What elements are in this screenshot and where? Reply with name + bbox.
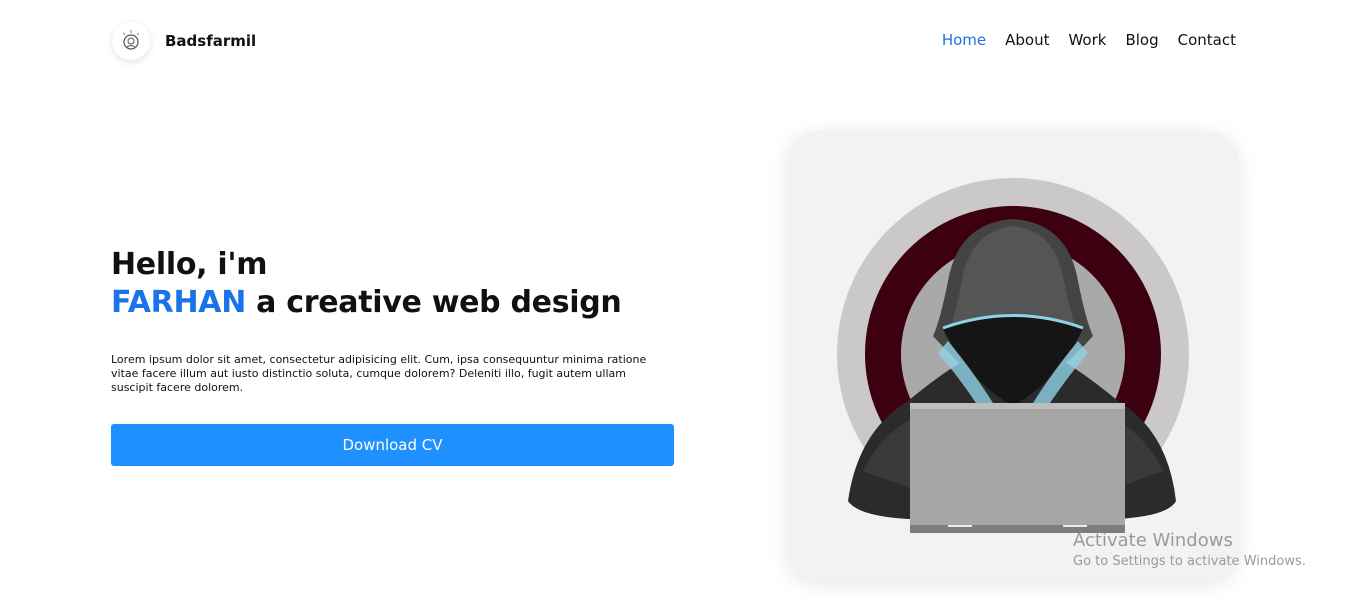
hero-heading: Hello, i'm FARHAN a creative web design — [111, 246, 681, 322]
activation-title: Activate Windows — [1073, 530, 1233, 551]
activation-subtitle: Go to Settings to activate Windows. — [1073, 554, 1306, 569]
nav-about[interactable]: About — [1005, 31, 1049, 49]
windows-activation-watermark: Activate Windows Go to Settings to activ… — [1073, 530, 1306, 571]
nav-work[interactable]: Work — [1068, 31, 1106, 49]
hero-section: Hello, i'm FARHAN a creative web design … — [111, 246, 681, 466]
brand-logo-group[interactable]: Badsfarmil — [112, 22, 256, 60]
hero-description: Lorem ipsum dolor sit amet, consectetur … — [111, 353, 647, 394]
hacker-face-icon — [122, 30, 140, 50]
brand-name[interactable]: Badsfarmil — [165, 32, 256, 50]
download-cv-button[interactable]: Download CV — [111, 424, 674, 466]
hooded-hacker-laptop-icon — [837, 178, 1189, 533]
nav-contact[interactable]: Contact — [1178, 31, 1236, 49]
hero-tagline: a creative web design — [246, 285, 622, 320]
hero-greeting: Hello, i'm — [111, 247, 268, 282]
main-nav: Home About Work Blog Contact — [942, 31, 1236, 49]
illustration-card — [788, 131, 1238, 580]
nav-home[interactable]: Home — [942, 31, 986, 49]
logo-avatar[interactable] — [112, 22, 150, 60]
nav-blog[interactable]: Blog — [1125, 31, 1158, 49]
hero-name: FARHAN — [111, 285, 247, 320]
